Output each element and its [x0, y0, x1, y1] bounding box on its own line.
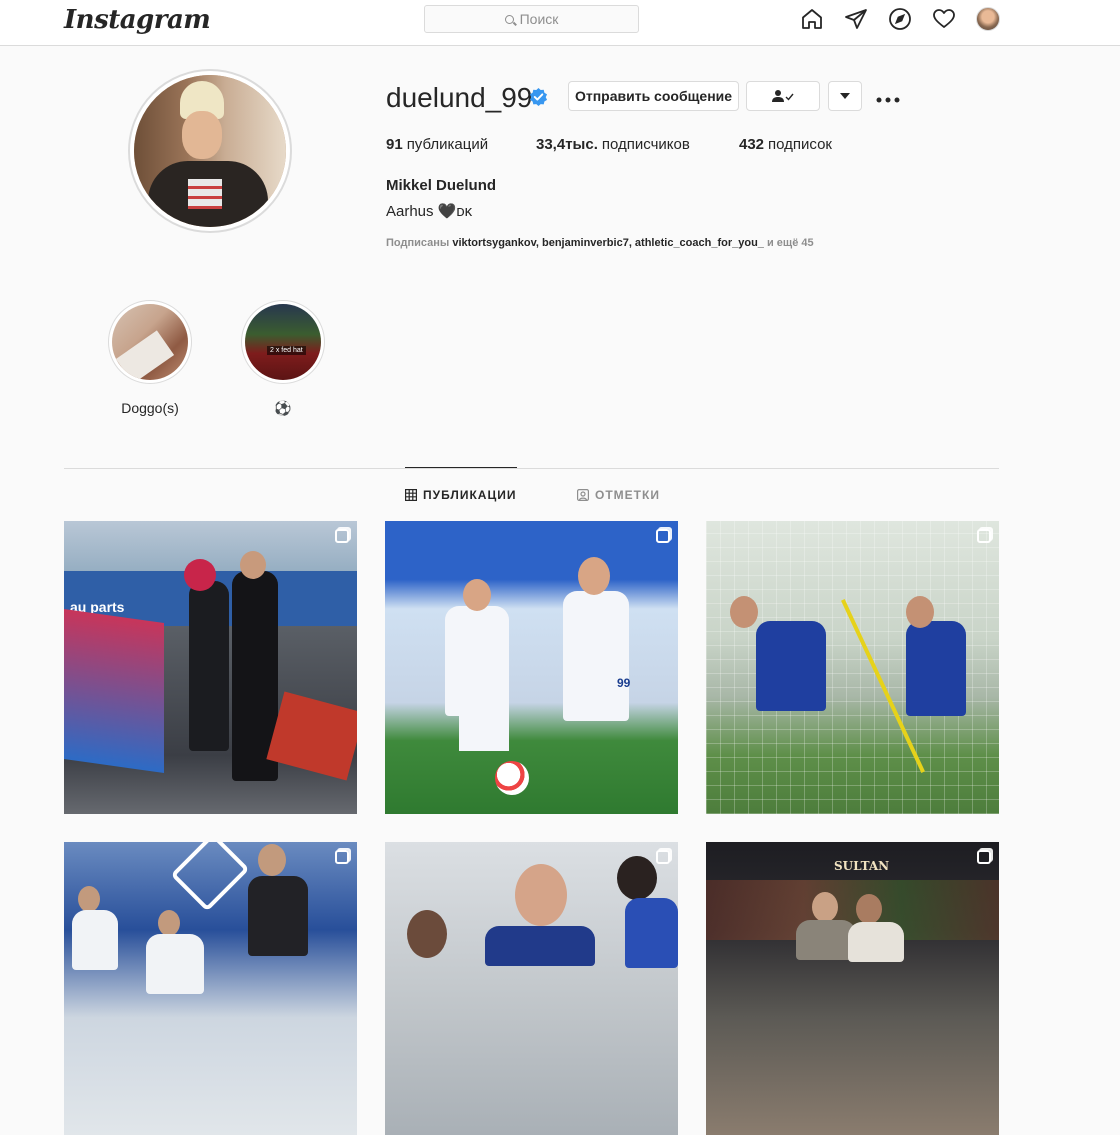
followers-count: 33,4тыс. [536, 136, 598, 153]
highlight-label: ⚽ [274, 400, 292, 416]
followers-stat[interactable]: 33,4тыс. подписчиков [536, 136, 739, 153]
active-tab-indicator [405, 467, 517, 468]
posts-stat: 91 публикаций [386, 136, 536, 153]
suggested-dropdown-button[interactable] [828, 81, 862, 111]
following-label: подписок [768, 136, 832, 153]
profile-avatar[interactable] [976, 7, 1000, 31]
multiple-photos-icon [656, 850, 670, 864]
explore-icon[interactable] [888, 7, 912, 31]
story-highlight[interactable]: 2 x fed hat ⚽ [241, 300, 325, 417]
followed-by-prefix: Подписаны [386, 237, 450, 249]
multiple-photos-icon [335, 529, 349, 543]
story-highlight[interactable]: Doggo(s) [108, 300, 192, 416]
following-button[interactable] [746, 81, 820, 111]
send-message-button[interactable]: Отправить сообщение [568, 81, 739, 111]
multiple-photos-icon [977, 850, 991, 864]
profile-picture[interactable] [128, 69, 292, 233]
highlight-label: Doggo(s) [121, 400, 179, 416]
top-nav: Instagram Поиск [0, 0, 1120, 46]
activity-heart-icon[interactable] [932, 7, 956, 31]
post-image-text: SULTAN [834, 859, 890, 873]
post-thumbnail[interactable] [385, 842, 678, 1135]
more-dots-icon [876, 97, 900, 103]
search-placeholder: Поиск [519, 11, 559, 27]
bio: Aarhus 🖤ᴅᴋ [386, 203, 473, 220]
post-thumbnail[interactable]: SULTAN [706, 842, 999, 1135]
person-check-icon [772, 90, 794, 102]
posts-label: публикаций [406, 136, 489, 153]
multiple-photos-icon [335, 850, 349, 864]
multiple-photos-icon [977, 529, 991, 543]
following-stat[interactable]: 432 подписок [739, 136, 832, 153]
followers-label: подписчиков [601, 136, 690, 153]
tagged-user-icon [577, 489, 589, 501]
highlight-cover: 2 x fed hat [245, 304, 321, 380]
instagram-logo[interactable]: Instagram [64, 5, 211, 35]
followed-by[interactable]: Подписаны viktortsygankov, benjaminverbi… [386, 237, 814, 249]
multiple-photos-icon [656, 529, 670, 543]
following-count: 432 [739, 136, 765, 153]
full-name: Mikkel Duelund [386, 177, 497, 194]
tab-posts[interactable]: ПУБЛИКАЦИИ [405, 488, 516, 502]
post-thumbnail[interactable] [706, 521, 999, 814]
nav-icons [800, 7, 1000, 31]
home-icon[interactable] [800, 7, 824, 31]
tab-tagged-label: ОТМЕТКИ [595, 488, 660, 502]
tab-posts-label: ПУБЛИКАЦИИ [423, 488, 517, 502]
followed-by-users[interactable]: viktortsygankov, benjaminverbic7, athlet… [452, 237, 764, 249]
tab-tagged[interactable]: ОТМЕТКИ [577, 488, 660, 502]
tabs-divider [64, 468, 999, 469]
highlight-cover-text: 2 x fed hat [267, 346, 306, 355]
post-thumbnail[interactable] [64, 842, 357, 1135]
chevron-down-icon [840, 93, 850, 99]
highlight-cover [112, 304, 188, 380]
more-options-button[interactable] [876, 86, 900, 109]
post-thumbnail[interactable]: 99 [385, 521, 678, 814]
search-icon [504, 14, 514, 24]
profile-stats: 91 публикаций 33,4тыс. подписчиков 432 п… [386, 136, 832, 153]
verified-badge-icon [529, 87, 548, 106]
direct-icon[interactable] [844, 7, 868, 31]
followed-by-suffix: и ещё 45 [766, 237, 814, 249]
grid-icon [405, 489, 417, 501]
username: duelund_99 [386, 82, 533, 113]
posts-count: 91 [386, 136, 403, 153]
post-image-text: 99 [617, 676, 631, 690]
search-input[interactable]: Поиск [424, 5, 639, 33]
post-thumbnail[interactable]: au parts [64, 521, 357, 814]
